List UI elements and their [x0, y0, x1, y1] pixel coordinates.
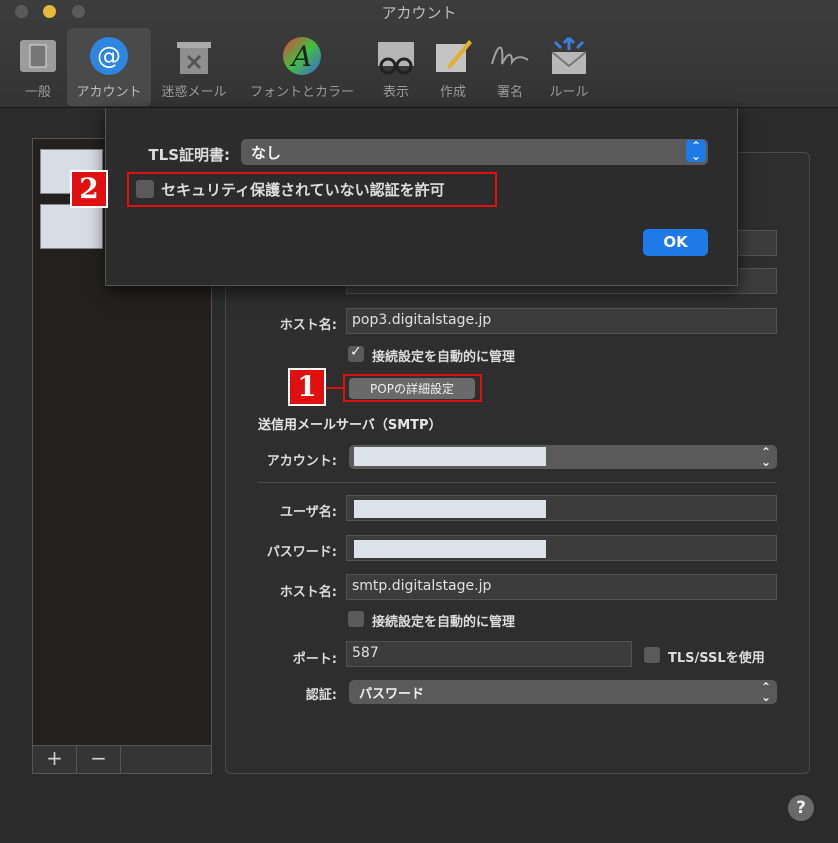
annotation-box-2 [127, 172, 497, 207]
incoming-host-field[interactable]: pop3.digitalstage.jp [346, 308, 777, 334]
svg-text:A: A [289, 40, 312, 73]
updown-chevron-icon: ⌃ ⌄ [686, 140, 706, 162]
toolbar-composing[interactable]: 作成 [428, 28, 478, 106]
general-switch-icon [20, 40, 56, 72]
incoming-auto-manage-label: 接続設定を自動的に管理 [372, 350, 516, 365]
remove-account-button[interactable]: − [77, 746, 121, 773]
updown-chevron-icon: ⌃ ⌄ [760, 445, 771, 469]
toolbar-junk[interactable]: 迷惑メール [153, 28, 235, 106]
list-controls: + − [33, 745, 211, 773]
smtp-auth-select[interactable]: パスワード ⌃ ⌄ [349, 680, 777, 704]
incoming-host-label: ホスト名: [279, 318, 337, 333]
tls-certificate-value: なし [251, 144, 282, 162]
font-color-icon: A [283, 37, 321, 75]
at-sign-icon: @ [90, 37, 128, 75]
toolbar-signatures[interactable]: 署名 [484, 28, 536, 106]
window-title: アカウント [381, 4, 457, 22]
signature-icon [491, 46, 529, 66]
viewing-glasses-icon [378, 42, 414, 75]
smtp-password-value [354, 540, 546, 558]
annotation-connector-1 [326, 387, 344, 389]
toolbar-accounts[interactable]: @ アカウント [67, 28, 151, 106]
smtp-host-label: ホスト名: [279, 585, 337, 600]
smtp-port-label: ポート: [292, 652, 337, 667]
annotation-badge-2: 2 [70, 170, 108, 208]
smtp-username-label: ユーザ名: [280, 505, 337, 520]
smtp-auto-manage-checkbox[interactable] [348, 611, 364, 627]
smtp-username-value [354, 500, 546, 518]
smtp-port-field[interactable]: 587 [346, 641, 632, 667]
smtp-auto-manage-label: 接続設定を自動的に管理 [372, 615, 516, 630]
smtp-section-title: 送信用メールサーバ（SMTP） [258, 418, 442, 433]
toolbar-general[interactable]: 一般 [10, 28, 66, 106]
smtp-account-label: アカウント: [266, 454, 337, 469]
ok-button[interactable]: OK [643, 229, 708, 256]
compose-pencil-icon [436, 40, 472, 72]
tls-ssl-checkbox[interactable] [644, 647, 660, 663]
toolbar-viewing[interactable]: 表示 [370, 28, 422, 106]
tls-certificate-select[interactable]: なし ⌃ ⌄ [241, 139, 708, 165]
toolbar-rules[interactable]: ルール [541, 28, 597, 106]
updown-chevron-icon: ⌃ ⌄ [760, 680, 771, 704]
svg-text:@: @ [97, 42, 121, 70]
account-item[interactable] [40, 204, 103, 249]
tls-ssl-label: TLS/SSLを使用 [668, 651, 765, 666]
smtp-password-label: パスワード: [266, 545, 337, 560]
divider [258, 482, 776, 483]
rules-envelope-icon [551, 36, 587, 74]
junk-trash-icon [177, 42, 211, 74]
annotation-badge-1: 1 [288, 368, 326, 406]
toolbar-fonts-colors[interactable]: A フォントとカラー [241, 28, 363, 106]
smtp-auth-value: パスワード [359, 687, 425, 702]
smtp-auth-label: 認証: [305, 688, 337, 703]
smtp-account-value [354, 447, 546, 466]
annotation-box-1 [343, 374, 482, 402]
title-bar: アカウント 一般 @ アカウント 迷惑メール A フォントとカラー 表示 作成 … [0, 0, 838, 108]
incoming-auto-manage-checkbox[interactable] [348, 344, 364, 362]
smtp-host-field[interactable]: smtp.digitalstage.jp [346, 574, 777, 600]
help-button[interactable]: ? [788, 795, 814, 821]
tls-certificate-label: TLS証明書: [148, 146, 230, 164]
add-account-button[interactable]: + [33, 746, 77, 773]
